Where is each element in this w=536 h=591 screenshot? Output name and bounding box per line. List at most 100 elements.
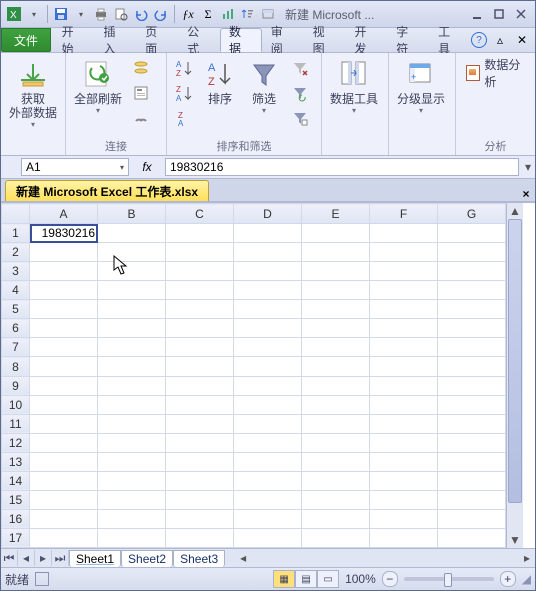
sheet-tab-3[interactable]: Sheet3 [173, 550, 225, 567]
cell-C2[interactable] [166, 243, 234, 262]
sum-qat-icon[interactable]: Σ [199, 5, 217, 23]
print-preview-icon[interactable] [112, 5, 130, 23]
row-header-7[interactable]: 7 [2, 338, 30, 357]
cell-G7[interactable] [438, 338, 506, 357]
scroll-down-icon[interactable]: ▼ [507, 532, 523, 548]
view-page-break-icon[interactable]: ▭ [317, 570, 339, 588]
cell-F16[interactable] [370, 509, 438, 528]
cell-C4[interactable] [166, 281, 234, 300]
cell-F4[interactable] [370, 281, 438, 300]
cell-A16[interactable] [30, 509, 98, 528]
chart-qat-icon[interactable] [219, 5, 237, 23]
cell-D9[interactable] [234, 376, 302, 395]
cell-D13[interactable] [234, 452, 302, 471]
cell-B7[interactable] [98, 338, 166, 357]
cell-B12[interactable] [98, 433, 166, 452]
cell-A13[interactable] [30, 452, 98, 471]
cell-G3[interactable] [438, 262, 506, 281]
cell-C8[interactable] [166, 357, 234, 376]
cell-B15[interactable] [98, 490, 166, 509]
prev-sheet-icon[interactable]: ◂ [18, 550, 35, 566]
tab-review[interactable]: 审阅 [262, 28, 304, 52]
file-tab[interactable]: 文件 [1, 28, 51, 52]
cell-B17[interactable] [98, 528, 166, 547]
cell-E12[interactable] [302, 433, 370, 452]
tab-dev[interactable]: 开发 [345, 28, 387, 52]
connections-icon[interactable] [130, 57, 152, 79]
cell-B16[interactable] [98, 509, 166, 528]
cell-E16[interactable] [302, 509, 370, 528]
cell-G1[interactable] [438, 224, 506, 243]
tab-tools[interactable]: 工具 [429, 28, 471, 52]
cell-F6[interactable] [370, 319, 438, 338]
advanced-filter-icon[interactable] [289, 107, 311, 129]
cell-F5[interactable] [370, 300, 438, 319]
cell-F11[interactable] [370, 414, 438, 433]
cell-B3[interactable] [98, 262, 166, 281]
print-icon[interactable] [92, 5, 110, 23]
cell-F10[interactable] [370, 395, 438, 414]
window-close-icon[interactable]: ✕ [513, 31, 531, 49]
cell-grid[interactable]: ABCDEFG119830216234567891011121314151617 [1, 203, 506, 548]
row-header-8[interactable]: 8 [2, 357, 30, 376]
cell-D14[interactable] [234, 471, 302, 490]
row-header-6[interactable]: 6 [2, 319, 30, 338]
cell-D6[interactable] [234, 319, 302, 338]
cell-D8[interactable] [234, 357, 302, 376]
cell-A6[interactable] [30, 319, 98, 338]
merge-qat-icon[interactable] [259, 5, 277, 23]
cell-A10[interactable] [30, 395, 98, 414]
cell-E2[interactable] [302, 243, 370, 262]
qat-dropdown-icon[interactable]: ▾ [25, 5, 43, 23]
sort-custom-icon[interactable]: ZA [173, 107, 195, 129]
cell-C10[interactable] [166, 395, 234, 414]
redo-icon[interactable] [152, 5, 170, 23]
cell-C13[interactable] [166, 452, 234, 471]
cell-G4[interactable] [438, 281, 506, 300]
cell-F3[interactable] [370, 262, 438, 281]
cell-C17[interactable] [166, 528, 234, 547]
cell-A9[interactable] [30, 376, 98, 395]
cell-C15[interactable] [166, 490, 234, 509]
cell-G12[interactable] [438, 433, 506, 452]
cell-C9[interactable] [166, 376, 234, 395]
cell-F15[interactable] [370, 490, 438, 509]
sheet-tab-2[interactable]: Sheet2 [121, 550, 173, 567]
minimize-ribbon-icon[interactable]: ▵ [491, 31, 509, 49]
vertical-scroll-thumb[interactable] [508, 219, 522, 503]
cell-E13[interactable] [302, 452, 370, 471]
cell-D15[interactable] [234, 490, 302, 509]
cell-A4[interactable] [30, 281, 98, 300]
hscroll-left-icon[interactable]: ◂ [235, 551, 251, 565]
fx-icon[interactable]: fx [142, 160, 151, 174]
cell-G16[interactable] [438, 509, 506, 528]
cell-C11[interactable] [166, 414, 234, 433]
cell-C3[interactable] [166, 262, 234, 281]
name-box-dropdown-icon[interactable]: ▾ [120, 163, 124, 172]
row-header-2[interactable]: 2 [2, 243, 30, 262]
cell-G13[interactable] [438, 452, 506, 471]
cell-G5[interactable] [438, 300, 506, 319]
cell-B6[interactable] [98, 319, 166, 338]
cell-E14[interactable] [302, 471, 370, 490]
cell-C14[interactable] [166, 471, 234, 490]
col-header-E[interactable]: E [302, 204, 370, 224]
cell-B2[interactable] [98, 243, 166, 262]
qat-save-dropdown-icon[interactable]: ▾ [72, 5, 90, 23]
cell-B1[interactable] [98, 224, 166, 243]
row-header-16[interactable]: 16 [2, 509, 30, 528]
cell-B10[interactable] [98, 395, 166, 414]
cell-G10[interactable] [438, 395, 506, 414]
cell-A8[interactable] [30, 357, 98, 376]
cell-A1[interactable]: 19830216 [30, 224, 98, 243]
cell-F2[interactable] [370, 243, 438, 262]
tab-data[interactable]: 数据 [220, 28, 262, 52]
resize-grip-icon[interactable]: ◢ [522, 572, 531, 586]
cell-A3[interactable] [30, 262, 98, 281]
name-box[interactable]: A1 ▾ [21, 158, 129, 176]
col-header-A[interactable]: A [30, 204, 98, 224]
col-header-G[interactable]: G [438, 204, 506, 224]
row-header-10[interactable]: 10 [2, 395, 30, 414]
sort-qat-icon[interactable] [239, 5, 257, 23]
workbook-close-icon[interactable]: × [519, 187, 533, 201]
